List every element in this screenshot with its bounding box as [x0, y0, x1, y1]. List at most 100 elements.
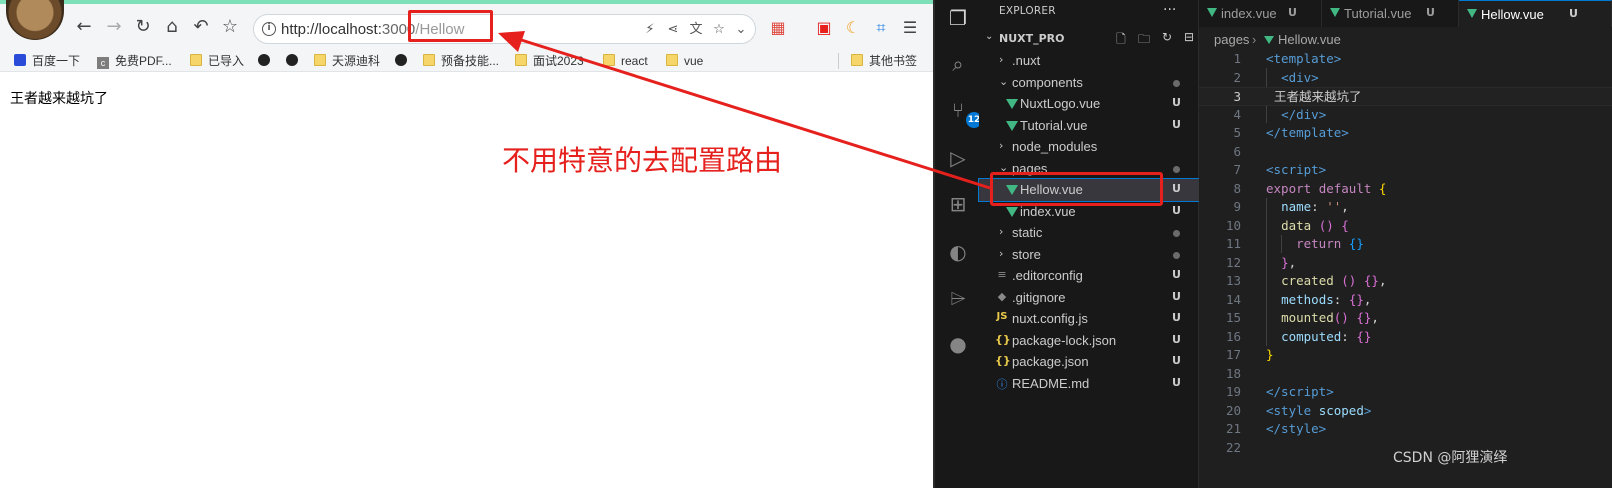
- new-folder-icon[interactable]: 🗀: [1136, 30, 1152, 46]
- menu-icon[interactable]: ☰: [900, 18, 920, 38]
- moon-icon[interactable]: ☾: [843, 18, 863, 38]
- git-status: U: [1172, 96, 1181, 109]
- bookmarks-bar: 百度一下 c 免费PDF... 已导入 天源迪科 预备技能... 面试2023 r…: [0, 50, 933, 72]
- bookmark-folder[interactable]: react: [603, 53, 648, 69]
- other-bookmarks-folder[interactable]: 其他书签: [838, 53, 917, 69]
- breadcrumb-file[interactable]: Hellow.vue: [1278, 32, 1341, 47]
- lightning-icon[interactable]: ⚡: [641, 21, 659, 39]
- code-line: 21 </style>: [1225, 421, 1327, 436]
- collapse-all-icon[interactable]: ⊟: [1181, 30, 1197, 46]
- reload-icon[interactable]: ↻: [132, 16, 154, 38]
- git-graph-icon[interactable]: ◐: [944, 238, 972, 266]
- code-line: 16 computed: {}: [1225, 328, 1372, 344]
- breadcrumb-pages[interactable]: pages: [1214, 32, 1249, 47]
- folder-icon: [851, 54, 863, 66]
- code-line: 7 <script>: [1233, 162, 1327, 177]
- translate-icon[interactable]: 文: [687, 21, 705, 39]
- tab-hellow-vue[interactable]: Hellow.vue U: [1459, 0, 1612, 27]
- apps-grid-icon[interactable]: ▦: [768, 18, 788, 38]
- git-status: U: [1172, 182, 1181, 195]
- tree-item[interactable]: › node_modules: [979, 136, 1199, 158]
- bookmark-item[interactable]: 百度一下: [14, 53, 80, 69]
- github-icon[interactable]: ●: [944, 330, 972, 358]
- code-line: 20 <style scoped>: [1225, 402, 1372, 418]
- modified-dot: [1173, 230, 1180, 237]
- tree-item-label: node_modules: [1012, 139, 1098, 154]
- tree-item[interactable]: ⌄ components: [979, 72, 1199, 94]
- explorer-title: EXPLORER: [999, 5, 1056, 17]
- editor-tabs: index.vue U Tutorial.vue U Hellow.vue U: [1199, 0, 1612, 27]
- chevron-down-icon: ⌄: [985, 31, 994, 42]
- bookmark-folder[interactable]: 面试2023: [515, 53, 584, 69]
- git-status: U: [1172, 375, 1181, 389]
- info-icon: ⓘ: [996, 377, 1008, 391]
- tree-item-label: NuxtLogo.vue: [1020, 96, 1101, 111]
- forward-arrow-icon[interactable]: →: [103, 16, 125, 38]
- chevron-down-icon[interactable]: ⌄: [732, 21, 750, 39]
- bookmark-star-icon[interactable]: ☆: [710, 21, 728, 39]
- tree-item[interactable]: › .nuxt: [979, 50, 1199, 72]
- crop-icon[interactable]: ⌗: [871, 18, 891, 38]
- back-arrow-icon[interactable]: ←: [73, 16, 95, 38]
- git-status: U: [1172, 332, 1181, 346]
- tab-tutorial-vue[interactable]: Tutorial.vue U: [1322, 0, 1459, 27]
- bookmark-folder[interactable]: 预备技能...: [423, 53, 499, 69]
- profile-avatar[interactable]: [6, 0, 64, 40]
- bookmark-folder[interactable]: 天源迪科: [314, 53, 380, 69]
- tree-item-label: .gitignore: [1012, 289, 1066, 305]
- code-line: 9 name: '',: [1233, 199, 1349, 214]
- new-file-icon[interactable]: 🗋: [1113, 30, 1129, 46]
- tree-item[interactable]: › store: [979, 244, 1199, 266]
- tree-item[interactable]: Tutorial.vue U: [979, 115, 1199, 137]
- watermark: CSDN @阿狸演绎: [1393, 450, 1508, 466]
- tab-index-vue[interactable]: index.vue U: [1199, 0, 1322, 27]
- tree-item[interactable]: ◆ .gitignore U: [979, 287, 1199, 309]
- explorer-files-icon[interactable]: ❐: [944, 4, 972, 32]
- run-debug-icon[interactable]: ▷: [944, 144, 972, 172]
- tree-item[interactable]: ⓘ README.md U: [979, 373, 1199, 395]
- tree-item-label: README.md: [1012, 375, 1090, 391]
- bookmark-item[interactable]: [395, 53, 413, 69]
- tree-item-label: .editorconfig: [1012, 268, 1083, 283]
- refresh-icon[interactable]: ↻: [1159, 30, 1175, 46]
- bookmark-item[interactable]: [258, 53, 276, 69]
- tree-item[interactable]: ≡ .editorconfig U: [979, 265, 1199, 287]
- url-host: http://localhost:: [281, 21, 382, 38]
- star-outline-icon[interactable]: ☆: [219, 16, 241, 38]
- share-icon[interactable]: ⋖: [664, 21, 682, 39]
- project-header[interactable]: ⌄ NUXT_PRO 🗋 🗀 ↻ ⊟: [979, 30, 1199, 48]
- bookmark-folder[interactable]: vue: [666, 53, 703, 69]
- pdf-icon[interactable]: ▣: [814, 18, 834, 38]
- bookmark-item[interactable]: [286, 53, 304, 69]
- search-icon[interactable]: ⌕: [944, 50, 972, 78]
- json-icon: {}: [995, 332, 1011, 346]
- file-highlight-box: [990, 172, 1163, 206]
- git-status: U: [1172, 354, 1181, 367]
- tree-item[interactable]: {} package.json U: [979, 351, 1199, 373]
- tree-item[interactable]: {} package-lock.json U: [979, 330, 1199, 352]
- bookmark-item[interactable]: c 免费PDF...: [97, 53, 172, 69]
- code-line: 13 created () {},: [1225, 273, 1387, 288]
- vue-icon: [1467, 9, 1477, 18]
- address-bar[interactable]: i http://localhost:3000/Hellow ⚡ ⋖ 文 ☆ ⌄: [253, 14, 756, 44]
- modified-dot: [1173, 251, 1180, 259]
- tree-item[interactable]: NuxtLogo.vue U: [979, 93, 1199, 115]
- config-icon: ≡: [997, 268, 1007, 281]
- extensions-icon[interactable]: ⊞: [944, 190, 972, 218]
- vue-icon: [1264, 36, 1274, 44]
- source-control-icon[interactable]: ⑂ 12: [944, 96, 982, 128]
- chevron-right-icon: ›: [999, 246, 1004, 260]
- folder-icon: [666, 54, 678, 66]
- remote-icon[interactable]: ⌲: [944, 284, 972, 312]
- undo-icon[interactable]: ↶: [190, 16, 212, 38]
- paw-icon: [14, 54, 26, 66]
- home-icon[interactable]: ⌂: [161, 16, 183, 38]
- code-line: 17}: [1225, 347, 1274, 362]
- more-actions-icon[interactable]: ···: [1163, 2, 1176, 18]
- tree-item[interactable]: JS nuxt.config.js U: [979, 308, 1199, 330]
- bookmark-folder[interactable]: 已导入: [190, 53, 244, 69]
- site-info-icon[interactable]: i: [262, 22, 276, 36]
- folder-icon: [603, 54, 615, 66]
- code-editor[interactable]: 1 <template> 2 <div> 3 王者越来越坑了 4 </div> 5…: [1199, 50, 1612, 488]
- tree-item[interactable]: › static: [979, 222, 1199, 244]
